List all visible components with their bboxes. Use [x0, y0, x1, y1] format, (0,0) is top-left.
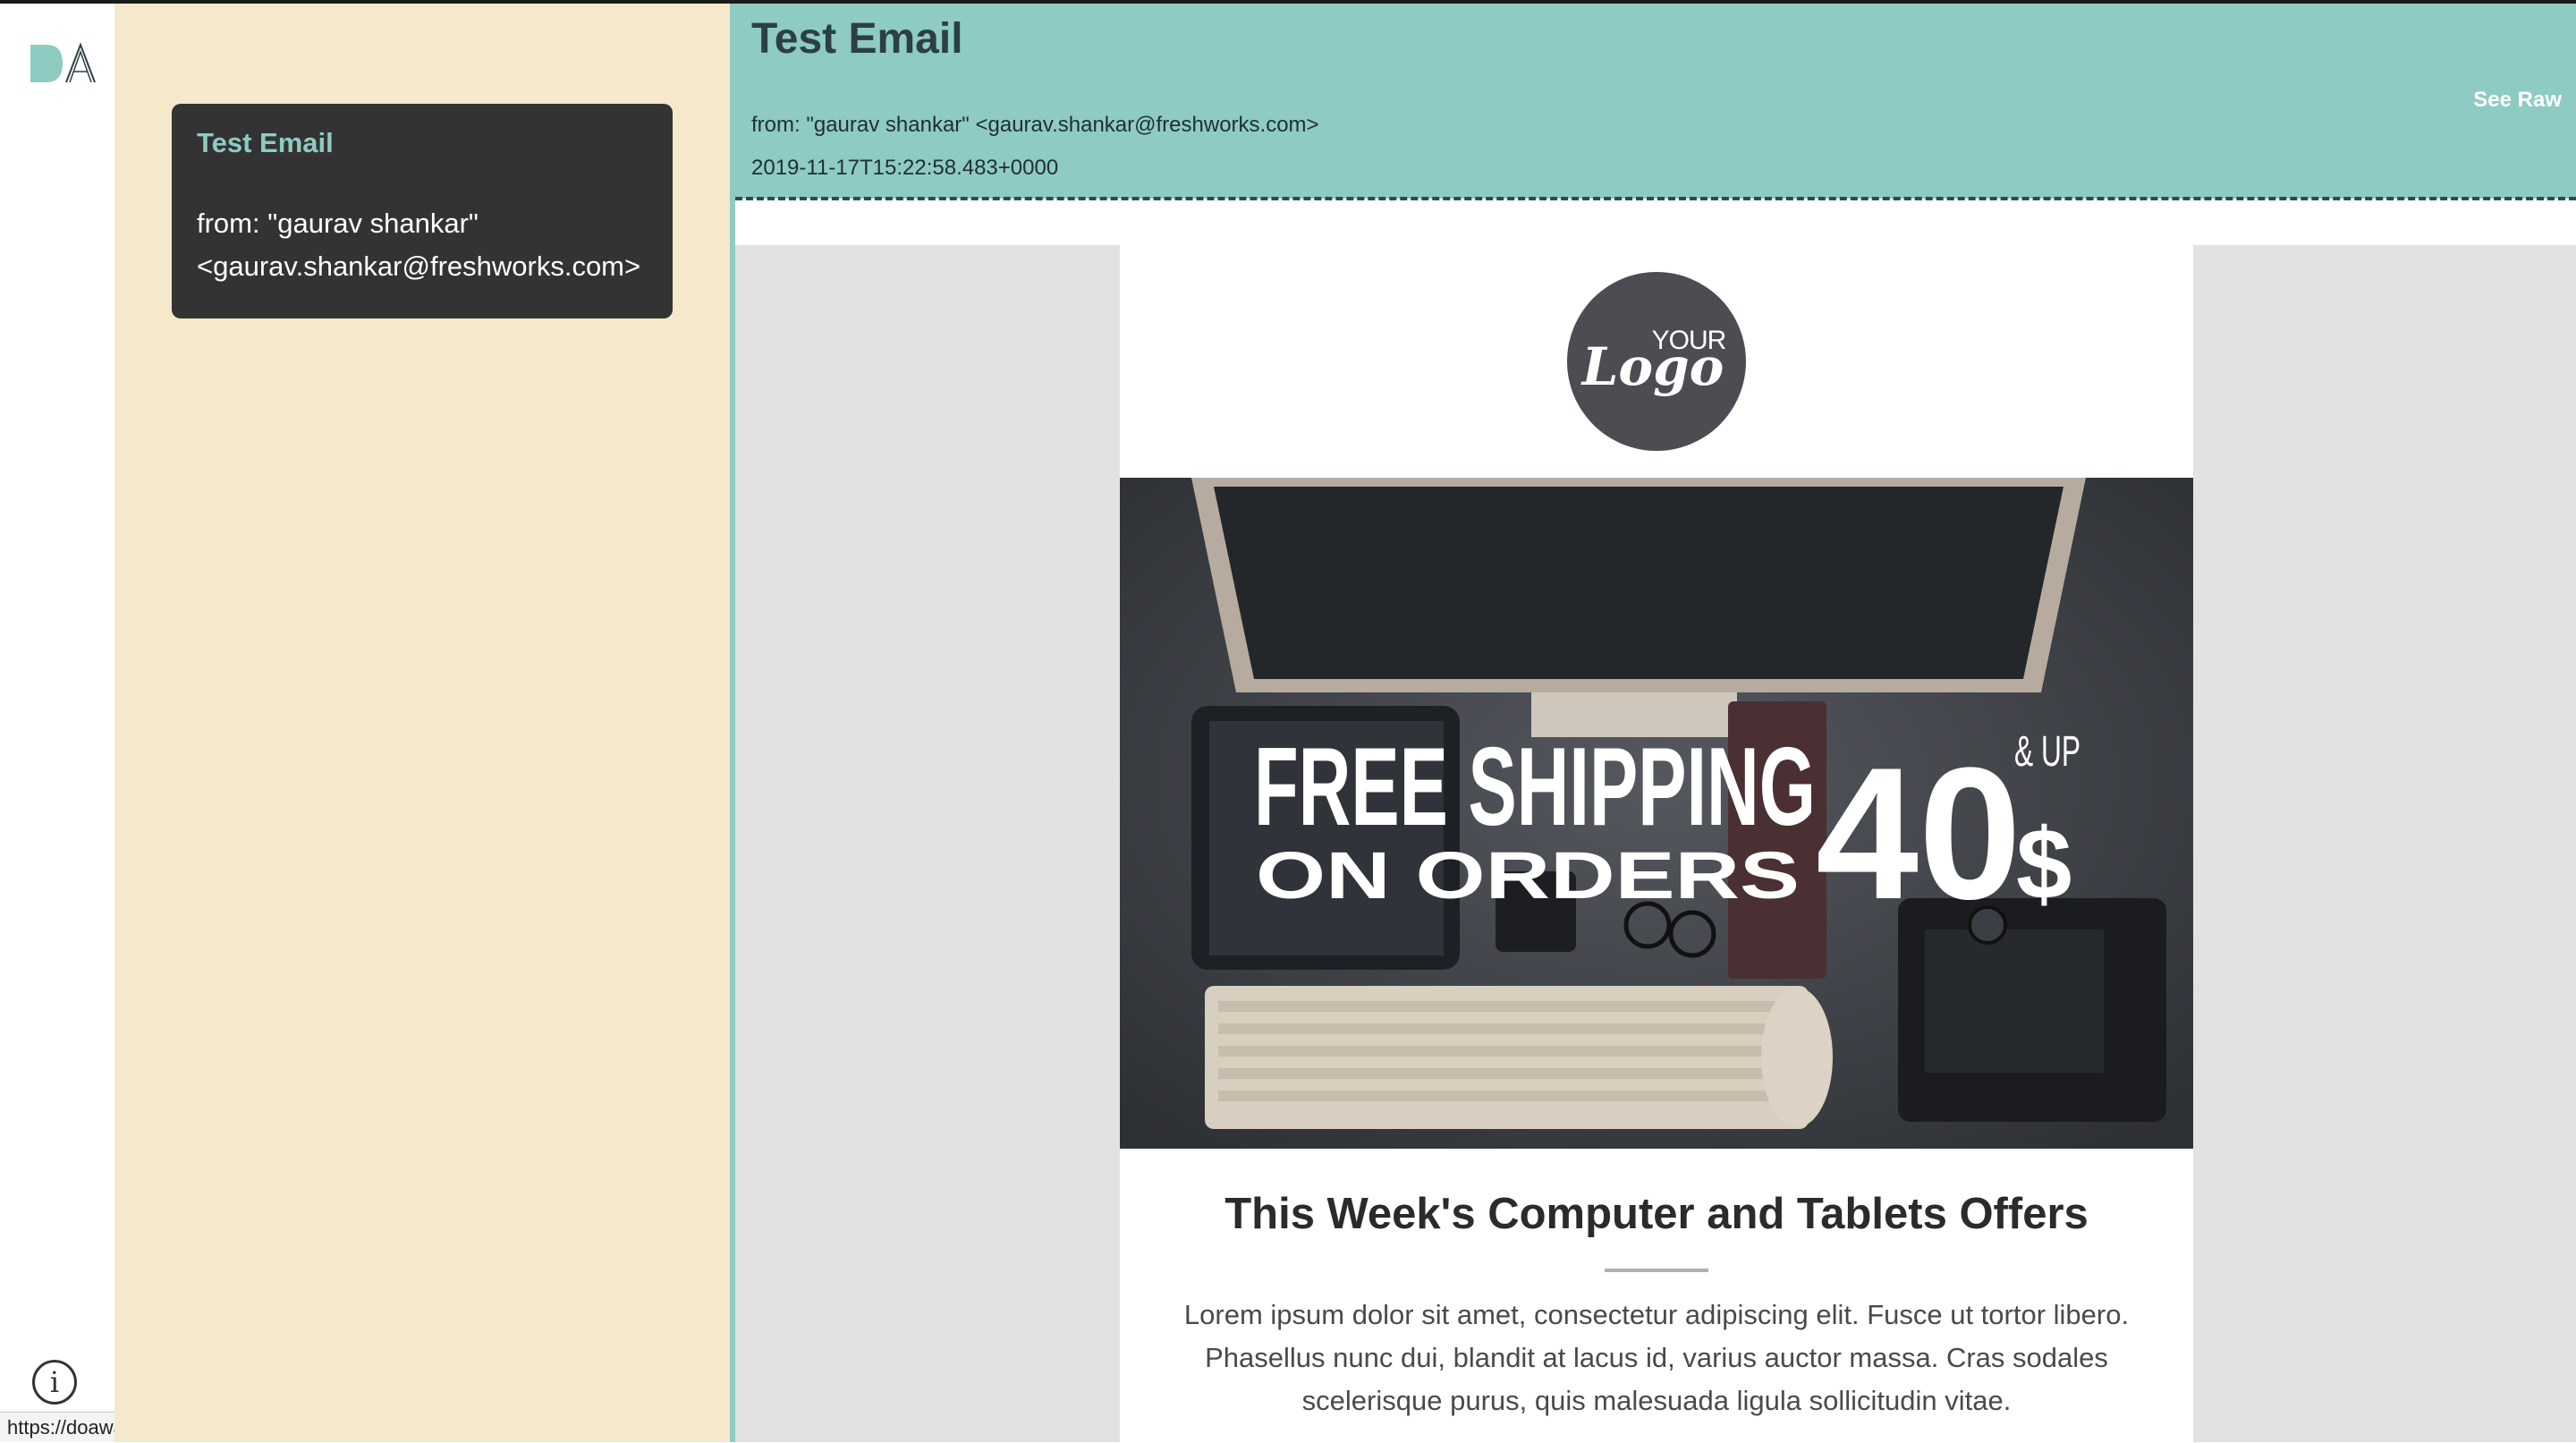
email-from: from: "gaurav shankar" <gaurav.shankar@f…: [751, 113, 1319, 137]
offer-body-text: Lorem ipsum dolor sit amet, consectetur …: [1183, 1299, 2130, 1416]
hero-banner: FREE SHIPPING ON ORDERS 40 $ & UP: [1120, 478, 2193, 1149]
email-list-panel: Test Email from: "gaurav shankar" <gaura…: [114, 4, 730, 1442]
see-raw-link[interactable]: See Raw: [2473, 88, 2562, 113]
hero-and-up-text: & UP: [2014, 728, 2080, 776]
hero-amount-text: 40: [1816, 728, 2021, 938]
hero-currency-text: $: [2016, 808, 2072, 920]
your-logo-badge: YOUR Logo: [1567, 272, 1746, 451]
email-list-item-from: from: "gaurav shankar" <gaurav.shankar@f…: [197, 208, 641, 282]
offer-heading: This Week's Computer and Tablets Offers: [1224, 1190, 2089, 1238]
hero-line1-text: FREE SHIPPING: [1254, 726, 1816, 849]
email-title: Test Email: [751, 15, 963, 63]
your-logo-word-text: Logo: [1580, 336, 1724, 397]
email-list-item[interactable]: Test Email from: "gaurav shankar" <gaura…: [172, 104, 673, 318]
email-date: 2019-11-17T15:22:58.483+0000: [751, 156, 1059, 180]
email-content: YOUR Logo FREE SHIPPING ON ORDERS 40 $ &…: [1120, 245, 2193, 1442]
info-icon[interactable]: i: [32, 1360, 77, 1405]
email-list-item-subject: Test Email: [197, 127, 334, 158]
email-header: Test Email from: "gaurav shankar" <gaura…: [735, 4, 2576, 199]
app-rail: i: [0, 4, 114, 1442]
app-logo[interactable]: [27, 41, 98, 86]
offer-heading-rule: [1605, 1269, 1708, 1272]
hero-line2-text: ON ORDERS: [1256, 838, 1800, 912]
